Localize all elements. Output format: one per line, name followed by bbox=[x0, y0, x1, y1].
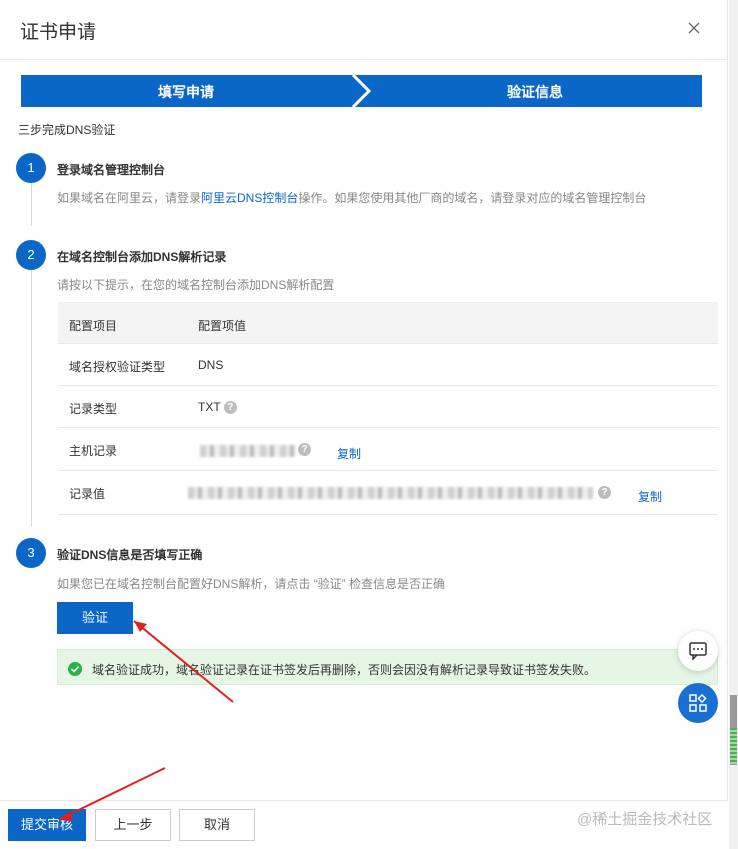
apps-float-button[interactable] bbox=[678, 683, 718, 723]
step-verify-info: 验证信息 bbox=[507, 84, 563, 100]
help-icon[interactable]: ? bbox=[223, 401, 237, 415]
help-icon[interactable]: ? bbox=[598, 486, 611, 499]
certificate-dialog: 证书申请 填写申请 验证信息 三步完成DNS验证 1 登录域名管理控制台 如果域… bbox=[0, 0, 728, 849]
section-desc-add-dns: 请按以下提示，在您的域名控制台添加DNS解析配置 bbox=[57, 278, 335, 292]
section-desc-verify: 如果您已在域名控制台配置好DNS解析，请点击 “验证” 检查信息是否正确 bbox=[57, 577, 445, 591]
section-title-add-dns: 在域名控制台添加DNS解析记录 bbox=[57, 250, 227, 264]
dns-config-table: 配置项目 配置项值 域名授权验证类型 DNS 记录类型 TXT ? 主机记录 ?… bbox=[58, 302, 718, 515]
section-title-verify: 验证DNS信息是否填写正确 bbox=[57, 548, 203, 562]
row-value: DNS bbox=[198, 358, 224, 372]
row-value: TXT ? bbox=[198, 400, 237, 415]
check-circle-icon bbox=[68, 662, 82, 676]
section-desc-login: 如果域名在阿里云，请登录阿里云DNS控制台操作。如果您使用其他厂商的域名，请登录… bbox=[57, 189, 646, 206]
dialog-header: 证书申请 bbox=[0, 0, 728, 60]
aliyun-dns-console-link[interactable]: 阿里云DNS控制台 bbox=[201, 191, 298, 205]
redacted-host-record bbox=[200, 445, 296, 457]
row-key: 记录值 bbox=[69, 487, 106, 501]
alert-text: 域名验证成功，域名验证记录在证书签发后再删除，否则会因没有解析记录导致证书签发失… bbox=[92, 663, 597, 677]
scrollbar[interactable] bbox=[729, 0, 738, 849]
section-title-login: 登录域名管理控制台 bbox=[57, 163, 166, 177]
step-number-1: 1 bbox=[16, 153, 46, 183]
timeline-line bbox=[31, 270, 32, 527]
table-row: 记录类型 TXT ? bbox=[58, 386, 718, 428]
step-number-2: 2 bbox=[16, 240, 46, 270]
scrollbar-marker bbox=[730, 728, 737, 764]
table-row: 主机记录 ? 复制 bbox=[58, 428, 718, 471]
record-type-value: TXT bbox=[198, 400, 221, 414]
table-row: 记录值 ? 复制 bbox=[58, 471, 718, 515]
dialog-title: 证书申请 bbox=[20, 22, 97, 43]
submit-review-button[interactable]: 提交审核 bbox=[8, 809, 86, 841]
table-header-row: 配置项目 配置项值 bbox=[58, 303, 718, 344]
redacted-record-value bbox=[188, 487, 593, 499]
step-chevron-icon bbox=[351, 75, 372, 107]
desc-text: 操作。如果您使用其他厂商的域名，请登录对应的域名管理控制台 bbox=[298, 191, 647, 205]
watermark: @稀土掘金技术社区 bbox=[577, 811, 713, 828]
step-number-3: 3 bbox=[16, 538, 46, 568]
intro-text: 三步完成DNS验证 bbox=[18, 123, 116, 137]
chat-icon bbox=[689, 642, 707, 661]
cancel-button[interactable]: 取消 bbox=[179, 809, 255, 841]
prev-step-button[interactable]: 上一步 bbox=[95, 809, 171, 841]
timeline-line bbox=[31, 182, 32, 226]
row-key: 域名授权验证类型 bbox=[69, 360, 166, 374]
copy-host-record-button[interactable]: 复制 bbox=[337, 445, 361, 462]
header-config-value: 配置项值 bbox=[198, 319, 247, 333]
verify-button[interactable]: 验证 bbox=[57, 602, 133, 634]
desc-text: 如果域名在阿里云，请登录 bbox=[57, 191, 202, 205]
close-icon[interactable] bbox=[686, 20, 702, 36]
row-key: 主机记录 bbox=[69, 444, 118, 458]
help-icon[interactable]: ? bbox=[298, 443, 311, 456]
apps-grid-icon bbox=[689, 693, 707, 712]
step-indicator: 填写申请 验证信息 bbox=[21, 75, 702, 107]
chat-float-button[interactable] bbox=[678, 631, 718, 671]
row-key: 记录类型 bbox=[69, 402, 118, 416]
step-fill-application: 填写申请 bbox=[158, 84, 214, 100]
table-row: 域名授权验证类型 DNS bbox=[58, 344, 718, 386]
success-alert: 域名验证成功，域名验证记录在证书签发后再删除，否则会因没有解析记录导致证书签发失… bbox=[57, 649, 718, 685]
header-config-item: 配置项目 bbox=[69, 319, 118, 333]
copy-record-value-button[interactable]: 复制 bbox=[638, 488, 662, 505]
